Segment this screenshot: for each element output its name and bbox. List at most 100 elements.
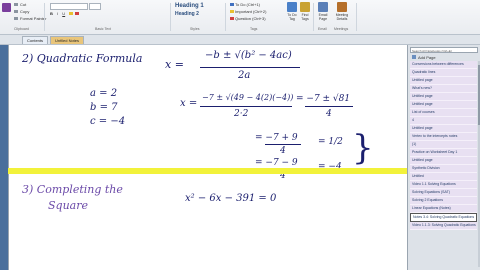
tab-unfiled-notes[interactable]: Unfiled Notes [50, 36, 85, 44]
note-b-value: b = 7 [90, 102, 118, 113]
page-item[interactable]: Solving 2 Equations [410, 197, 477, 205]
divider [170, 3, 171, 31]
page-item[interactable]: (1) [410, 141, 477, 149]
calendar-icon [337, 2, 347, 12]
bold-button[interactable]: B [50, 11, 53, 16]
note-formula-denominator: 2a [238, 70, 251, 81]
format-painter-button[interactable]: Format Painter [14, 16, 46, 21]
divider [313, 3, 314, 31]
page-item[interactable]: Video 1.1.3: Solving Quadratic Equations [410, 222, 477, 230]
page-item[interactable]: Vertex to the intercepts notes [410, 133, 477, 141]
note-formula-numerator: −b ± √(b² − 4ac) [205, 50, 292, 61]
email-icon [318, 2, 328, 12]
note-plus-result: = 1/2 [318, 137, 343, 147]
page-item[interactable]: Practice on Worksheet Day 1 [410, 149, 477, 157]
style-heading-2[interactable]: Heading 2 [175, 11, 199, 17]
page-item[interactable]: Quadratic lines [410, 69, 477, 77]
copy-button[interactable]: Copy [14, 9, 29, 14]
add-page-button[interactable]: Add Page [412, 55, 436, 60]
add-page-icon [412, 55, 416, 59]
navigation-pane-collapsed[interactable] [0, 45, 8, 270]
divider [225, 3, 226, 31]
page-item[interactable]: Linear Equations (Notes) [410, 205, 477, 213]
page-tabs-panel: Search All Notebooks (Ctrl+E) Add Page C… [407, 45, 480, 270]
page-item[interactable]: Untitled page [410, 101, 477, 109]
note-sub-x: x = [180, 98, 198, 109]
note-completing-square-heading: 3) Completing the [22, 183, 123, 196]
fraction-bar [305, 106, 353, 107]
page-item[interactable]: Solving Equations (SAT) [410, 189, 477, 197]
section-tabs: Contents Unfiled Notes [0, 35, 480, 45]
page-item[interactable]: Untitled page [410, 157, 477, 165]
tag-question[interactable]: Question (Ctrl+3) [230, 16, 266, 21]
brush-icon [14, 17, 18, 21]
font-controls[interactable] [50, 3, 102, 11]
tag-todo[interactable]: To Do (Ctrl+1) [230, 2, 260, 7]
find-tags-button[interactable]: Find Tags [298, 2, 312, 21]
font-color-icon[interactable] [75, 12, 80, 15]
page-item[interactable]: Untitled page [410, 77, 477, 85]
to-do-tag-button[interactable]: To Do Tag [285, 2, 299, 21]
highlight-icon[interactable] [69, 12, 74, 15]
tags-group-label: Tags [250, 27, 258, 31]
star-icon [230, 10, 234, 13]
note-minus-case: = −7 − 9 [255, 158, 298, 168]
note-quadratic-formula-heading: 2) Quadratic Formula [22, 52, 143, 65]
note-square-equation: x² − 6x − 391 = 0 [185, 193, 277, 204]
checkbox-icon [230, 3, 234, 6]
page-item[interactable]: 4 [410, 117, 477, 125]
font-size-box[interactable] [89, 3, 102, 10]
underline-button[interactable]: U [62, 11, 65, 16]
page-item[interactable]: Synthetic Division [410, 165, 477, 173]
onenote-icon [2, 3, 11, 12]
clipboard-group-label: Clipboard [14, 27, 29, 31]
page-item[interactable]: List of courses [410, 109, 477, 117]
brace-mark: } [352, 128, 374, 168]
page-item[interactable]: Untitled page [410, 125, 477, 133]
note-sub-denominator-4: 4 [326, 109, 332, 119]
note-formula-x: x = [165, 58, 184, 71]
styles-group-label: Styles [190, 27, 200, 31]
copy-icon [14, 10, 18, 14]
search-input[interactable]: Search All Notebooks (Ctrl+E) [410, 47, 478, 53]
basic-text-group-label: Basic Text [95, 27, 111, 31]
italic-button[interactable]: I [57, 11, 58, 16]
page-item[interactable]: Conversions between differences [410, 61, 477, 69]
page-list: Conversions between differences Quadrati… [410, 61, 477, 267]
page-item[interactable]: Untitled [410, 173, 477, 181]
note-canvas[interactable] [8, 45, 408, 270]
note-sub-denominator: 2·2 [234, 109, 249, 119]
font-name-box[interactable] [50, 3, 88, 10]
note-completing-square-heading-2: Square [48, 199, 88, 212]
divider [44, 3, 45, 31]
yellow-highlighter-stroke [8, 168, 407, 174]
fraction-bar [265, 144, 301, 145]
meeting-details-button[interactable]: Meeting Details [332, 2, 352, 21]
note-a-value: a = 2 [90, 88, 118, 99]
note-sub-sqrt81: = −7 ± √81 [296, 94, 351, 104]
question-icon [230, 17, 234, 20]
note-plus-den: 4 [280, 146, 286, 156]
style-heading-1[interactable]: Heading 1 [175, 3, 204, 9]
page-item-selected[interactable]: Notes 3.4: Solving Quadratic Equations [410, 213, 477, 222]
page-item[interactable]: Untitled page [410, 93, 477, 101]
find-tags-icon [300, 2, 310, 12]
note-sub-numerator: −7 ± √(49 − 4(2)(−4)) [202, 93, 294, 102]
email-group-label: Email [318, 27, 327, 31]
page-item[interactable]: Video 1.1 Solving Equations [410, 181, 477, 189]
ribbon: Cut Copy Format Painter Clipboard B I U … [0, 0, 480, 35]
tab-contents[interactable]: Contents [22, 36, 49, 44]
format-buttons[interactable]: B I U [50, 11, 80, 16]
note-c-value: c = −4 [90, 116, 126, 127]
email-page-button[interactable]: Email Page [316, 2, 330, 21]
page-item[interactable]: What's new? [410, 85, 477, 93]
divider [356, 3, 357, 31]
checkbox-icon [287, 2, 297, 12]
note-plus-case: = −7 + 9 [255, 133, 298, 143]
tag-important[interactable]: Important (Ctrl+2) [230, 9, 266, 14]
meetings-group-label: Meetings [334, 27, 349, 31]
cut-button[interactable]: Cut [14, 2, 26, 7]
scissors-icon [14, 3, 18, 7]
fraction-bar [200, 67, 300, 68]
fraction-bar [200, 106, 292, 107]
